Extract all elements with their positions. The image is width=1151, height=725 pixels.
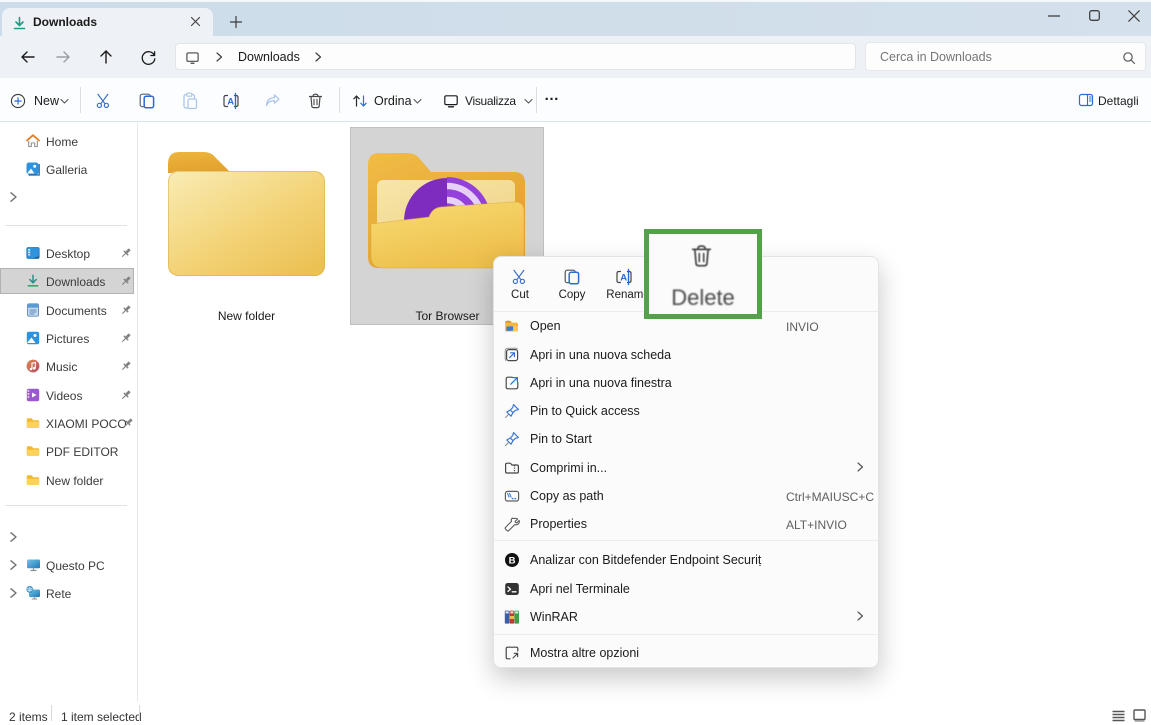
svg-text:A: A <box>227 97 234 108</box>
svg-text:A: A <box>620 273 627 284</box>
svg-text:B: B <box>509 555 516 566</box>
